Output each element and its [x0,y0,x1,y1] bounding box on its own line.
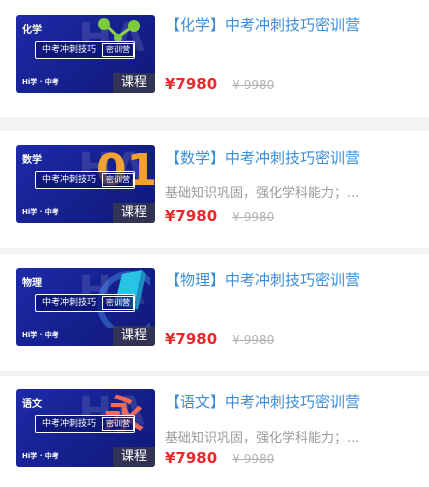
thumbnail-course-label: 课程 [113,326,155,346]
course-thumbnail[interactable]: HA 物理 中考冲刺技巧 密训营 Hi学 · 中考 课程 [16,268,155,346]
course-card[interactable]: HA 01 数学 中考冲刺技巧 密训营 Hi学 · 中考 课程 【数学】中考冲刺技… [0,131,429,248]
thumbnail-subject: 数学 [22,155,42,166]
thumbnail-subject: 物理 [22,278,42,289]
thumbnail-course-label: 课程 [113,447,155,467]
course-thumbnail[interactable]: HA 01 数学 中考冲刺技巧 密训营 Hi学 · 中考 课程 [16,145,155,223]
original-price: ¥ 9980 [232,210,275,224]
thumbnail-tag: 密训营 [102,296,135,310]
course-price: ¥7980 [165,449,218,467]
thumbnail-banner: 中考冲刺技巧 密训营 [35,415,135,433]
thumbnail-course-label: 课程 [113,73,155,93]
thumbnail-tag: 密训营 [102,43,135,57]
course-title[interactable]: 【物理】中考冲刺技巧密训营 [165,269,360,290]
thumbnail-subject: 语文 [22,399,42,410]
thumbnail-tag: 密训营 [102,417,135,431]
thumbnail-course-label: 课程 [113,203,155,223]
thumbnail-banner: 中考冲刺技巧 密训营 [35,41,135,59]
course-price: ¥7980 [165,207,218,225]
thumbnail-subject: 化学 [22,25,42,36]
price-row: ¥7980 ¥ 9980 [165,74,274,93]
course-thumbnail[interactable]: HA 化学 中考冲刺技巧 密训营 Hi学 · 中考 课程 [16,15,155,93]
course-price: ¥7980 [165,330,218,348]
thumbnail-banner: 中考冲刺技巧 密训营 [35,294,135,312]
thumbnail-tag: 密训营 [102,173,135,187]
course-description: 基础知识巩固，强化学科能力；... [165,186,360,201]
course-title[interactable]: 【语文】中考冲刺技巧密训营 [165,391,360,412]
course-title[interactable]: 【化学】中考冲刺技巧密训营 [165,14,360,35]
course-card[interactable]: HA 物理 中考冲刺技巧 密训营 Hi学 · 中考 课程 【物理】中考冲刺技巧密训… [0,254,429,371]
price-row: ¥7980 ¥ 9980 [165,448,274,467]
course-title[interactable]: 【数学】中考冲刺技巧密训营 [165,147,360,168]
original-price: ¥ 9980 [232,78,275,92]
price-row: ¥7980 ¥ 9980 [165,206,274,225]
thumbnail-brand: Hi学 · 中考 [22,78,59,86]
course-card[interactable]: HA 化学 中考冲刺技巧 密训营 Hi学 · 中考 课程 【化学】中考冲刺技巧密训… [0,0,429,117]
original-price: ¥ 9980 [232,452,275,466]
price-row: ¥7980 ¥ 9980 [165,329,274,348]
course-thumbnail[interactable]: HA 永 语文 中考冲刺技巧密训营 Hi学 · 中考 课程 [16,389,155,467]
thumbnail-brand: Hi学 · 中考 [22,208,59,216]
course-price: ¥7980 [165,75,218,93]
thumbnail-banner: 中考冲刺技巧 密训营 [35,171,135,189]
original-price: ¥ 9980 [232,333,275,347]
thumbnail-brand: Hi学 · 中考 [22,452,59,460]
course-card[interactable]: HA 永 语文 中考冲刺技巧密训营 Hi学 · 中考 课程 【语文】中考冲刺技巧… [0,376,429,487]
course-description: 基础知识巩固，强化学科能力；... [165,431,360,446]
thumbnail-brand: Hi学 · 中考 [22,331,59,339]
